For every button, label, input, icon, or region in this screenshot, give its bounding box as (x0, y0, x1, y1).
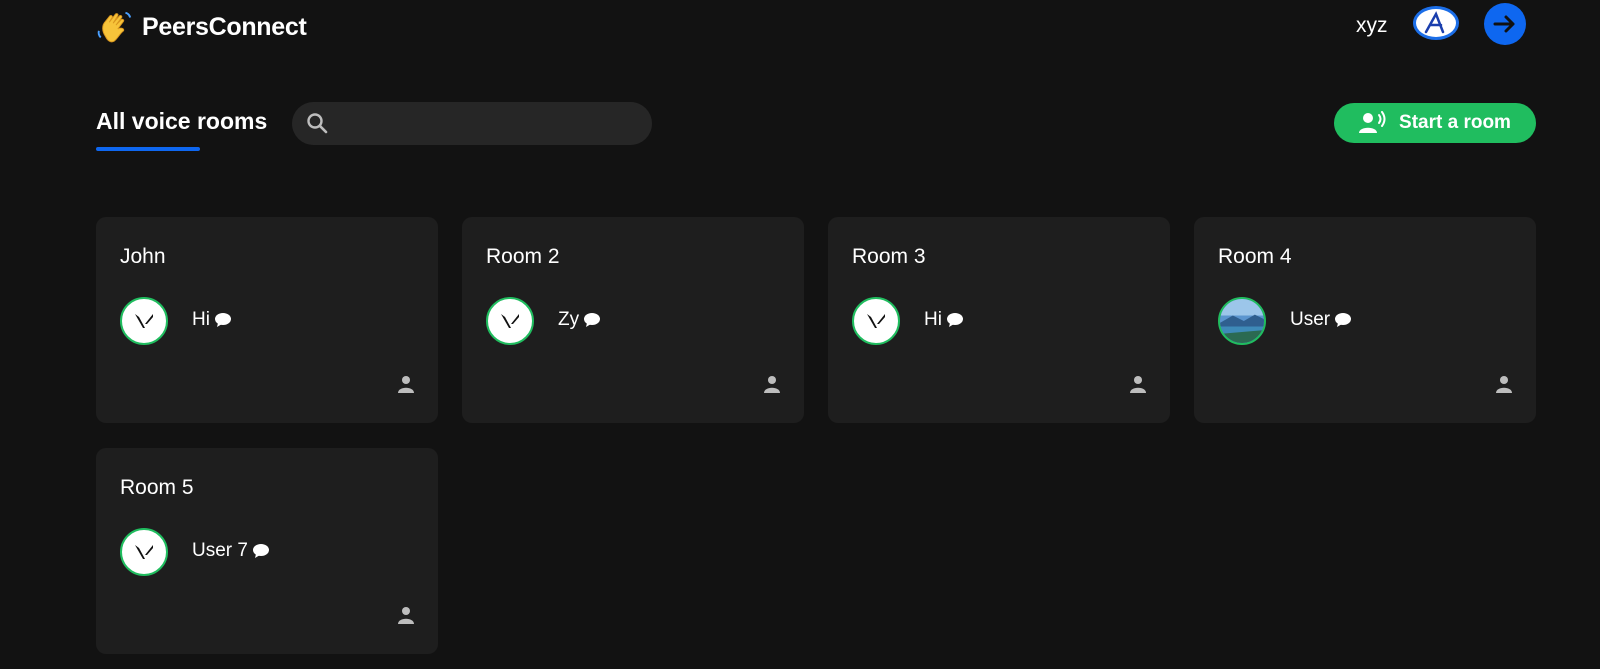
room-card[interactable]: Room 2 Zy (462, 217, 804, 423)
app-logo[interactable]: PeersConnect (96, 8, 307, 46)
room-title: Room 2 (486, 245, 560, 268)
speaker-avatar (120, 297, 168, 345)
search-input[interactable] (344, 102, 638, 147)
speaker-name-text: Zy (558, 309, 580, 330)
valorant-logo-icon (867, 314, 885, 328)
room-title: Room 4 (1218, 245, 1292, 268)
speaking-person-icon (1359, 111, 1386, 133)
person-icon (398, 607, 414, 624)
room-title: Room 3 (852, 245, 926, 268)
room-card[interactable]: Room 3 Hi (828, 217, 1170, 423)
speaker-name-text: User 7 (192, 540, 248, 561)
chat-bubble-icon (252, 544, 269, 558)
valorant-logo-icon (501, 314, 519, 328)
person-icon (1130, 376, 1146, 393)
start-room-button[interactable]: Start a room (1334, 103, 1536, 143)
tab-active-indicator (96, 147, 200, 151)
room-title: John (120, 245, 166, 268)
speaker-avatar (852, 297, 900, 345)
start-room-label: Start a room (1399, 112, 1511, 133)
valorant-logo-icon (135, 314, 153, 328)
speaker-name-text: Hi (192, 309, 210, 330)
waving-hand-icon (97, 11, 132, 43)
avatar-letter-icon (1424, 11, 1445, 34)
landscape-photo-icon (1220, 299, 1264, 343)
speaker-name-text: User (1290, 309, 1331, 330)
search-box[interactable] (292, 102, 652, 147)
person-icon (1496, 376, 1512, 393)
speaker-name: User 7 (192, 540, 270, 562)
speaker-name: User (1290, 309, 1352, 331)
top-header: PeersConnect xyz (0, 0, 1600, 52)
app-name: PeersConnect (142, 12, 307, 41)
arrow-right-icon (1493, 15, 1515, 33)
room-card[interactable]: John Hi (96, 217, 438, 423)
valorant-logo-icon (135, 545, 153, 559)
tab-all-voice-rooms[interactable]: All voice rooms (96, 108, 267, 135)
speaker-name: Zy (558, 309, 601, 331)
speaker-name: Hi (192, 309, 232, 331)
chat-bubble-icon (1335, 313, 1352, 327)
room-card[interactable]: Room 4 User (1194, 217, 1536, 423)
speaker-avatar (120, 528, 168, 576)
username-label: xyz (1356, 14, 1388, 37)
speaker-name: Hi (924, 309, 964, 331)
search-icon (307, 113, 328, 134)
speaker-name-text: Hi (924, 309, 942, 330)
chat-bubble-icon (214, 313, 231, 327)
chat-bubble-icon (584, 313, 601, 327)
logout-button[interactable] (1484, 3, 1526, 45)
speaker-avatar (1218, 297, 1266, 345)
user-avatar[interactable] (1413, 6, 1459, 40)
room-card[interactable]: Room 5 User 7 (96, 448, 438, 654)
chat-bubble-icon (946, 313, 963, 327)
speaker-avatar (486, 297, 534, 345)
person-icon (398, 376, 414, 393)
room-title: Room 5 (120, 476, 194, 499)
person-icon (764, 376, 780, 393)
